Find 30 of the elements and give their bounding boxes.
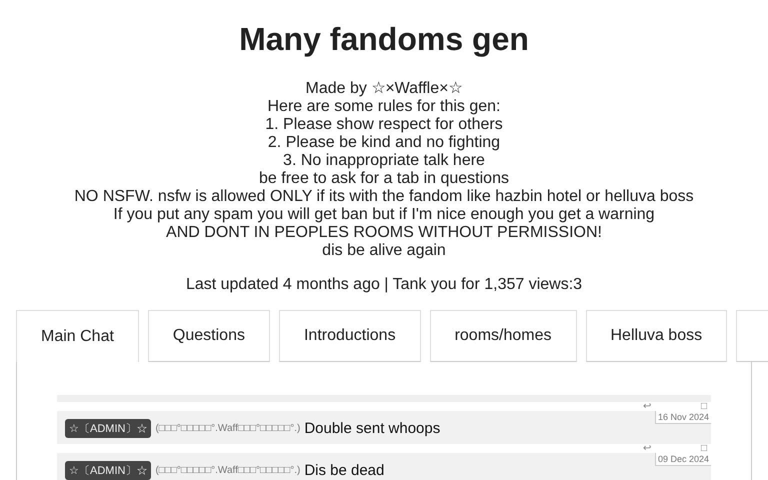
- reply-icon[interactable]: ↩: [642, 444, 651, 453]
- message-date: 16 Nov 2024: [654, 411, 711, 424]
- update-info: Last updated 4 months ago | Tank you for 1,357 views:3: [184, 276, 584, 294]
- tab[interactable]: [736, 310, 768, 362]
- tofu-icon: □: [700, 444, 707, 453]
- username: (□□□°□□□□□°.Waff□□□°□□□□□°.): [155, 465, 300, 476]
- tab[interactable]: Helluva boss: [586, 310, 728, 362]
- rules-text: 3. No inappropriate talk here: [282, 152, 486, 170]
- rules-text: 2. Please be kind and no fighting: [266, 134, 502, 152]
- message-text: Double sent whoops: [304, 420, 440, 437]
- rules-text: 1. Please show respect for others: [264, 116, 504, 134]
- rules-text: NO NSFW. nsfw is allowed ONLY if its with the fandom like hazbin hotel or helluva boss: [73, 188, 695, 206]
- tab[interactable]: rooms/homes: [430, 310, 576, 362]
- tab[interactable]: Introductions: [278, 310, 421, 362]
- tofu-icon: □: [700, 402, 707, 411]
- message-date: 09 Dec 2024: [654, 453, 711, 466]
- username: (□□□°□□□□□°.Waff□□□°□□□□□°.): [155, 423, 300, 434]
- tab[interactable]: Questions: [148, 310, 270, 362]
- tab[interactable]: Main Chat: [16, 310, 139, 362]
- rules-text: be free to ask for a tab in questions: [258, 170, 510, 188]
- admin-badge: ☆〔ADMIN〕☆: [65, 419, 152, 438]
- message-text: Dis be dead: [304, 462, 384, 479]
- rules-text: If you put any spam you will get ban but if I'm nice enough you get a warning: [112, 206, 656, 224]
- admin-badge: ☆〔ADMIN〕☆: [65, 461, 152, 480]
- rules-text: Here are some rules for this gen:: [266, 98, 502, 116]
- reply-icon[interactable]: ↩: [642, 402, 651, 411]
- page-title: Many fandoms gen: [238, 20, 530, 58]
- rules-text: Made by ☆×Waffle×☆: [304, 80, 464, 98]
- rules-text: AND DONT IN PEOPLES ROOMS WITHOUT PERMISSION!: [165, 224, 603, 242]
- rules-text: dis be alive again: [321, 242, 447, 260]
